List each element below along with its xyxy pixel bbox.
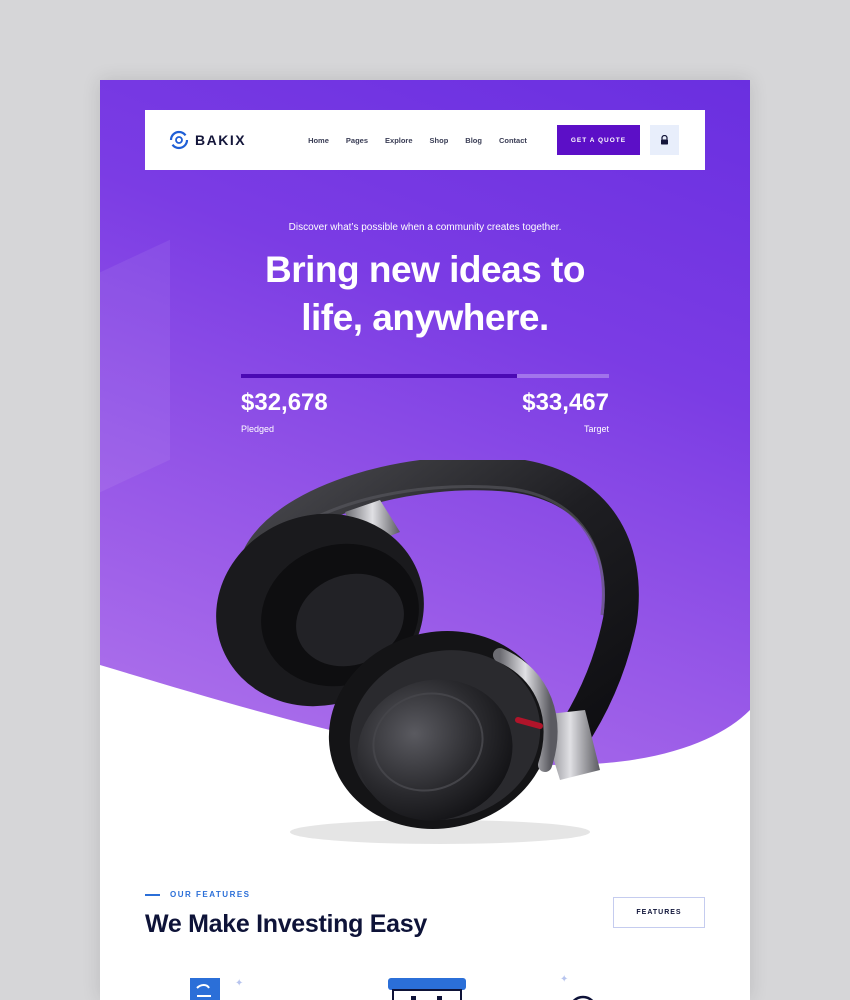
nav-item-blog[interactable]: Blog: [465, 136, 482, 145]
nav-item-home[interactable]: Home: [308, 136, 329, 145]
svg-text:✦: ✦: [560, 974, 568, 985]
document-icon: ✦: [190, 978, 243, 1000]
hero-title-line-2: life, anywhere.: [301, 297, 549, 338]
nav-item-pages[interactable]: Pages: [346, 136, 368, 145]
lock-icon: [661, 135, 669, 145]
brand-name: BAKIX: [195, 132, 247, 148]
features-title: We Make Investing Easy: [145, 910, 427, 938]
funding-progress-fill: [241, 374, 517, 378]
hero-tagline: Discover what’s possible when a communit…: [288, 222, 562, 233]
nav-item-shop[interactable]: Shop: [430, 136, 449, 145]
hero-title: Bring new ideas to life, anywhere.: [100, 246, 750, 342]
features-eyebrow: OUR FEATURES: [145, 890, 251, 899]
svg-text:✦: ✦: [235, 978, 243, 989]
pledged-label: Pledged: [241, 424, 275, 434]
features-button[interactable]: FEATURES: [613, 897, 705, 928]
main-menu: Home Pages Explore Shop Blog Contact: [308, 136, 527, 145]
chart-icon: ✦: [560, 974, 594, 1000]
navbar: BAKIX Home Pages Explore Shop Blog Conta…: [145, 110, 705, 170]
brand-logo[interactable]: BAKIX: [169, 130, 246, 150]
nav-item-contact[interactable]: Contact: [499, 136, 527, 145]
pledged-amount: $32,678: [241, 389, 328, 416]
headphones-image: [216, 460, 639, 844]
page: BAKIX Home Pages Explore Shop Blog Conta…: [100, 80, 750, 1000]
nav-item-explore[interactable]: Explore: [385, 136, 413, 145]
target-label: Target: [583, 424, 609, 434]
features-eyebrow-text: OUR FEATURES: [170, 890, 251, 899]
monitor-icon: [388, 978, 466, 1000]
hero-title-line-1: Bring new ideas to: [265, 249, 585, 290]
funding-progress-bar: [241, 374, 609, 378]
get-quote-button[interactable]: GET A QUOTE: [556, 125, 641, 155]
lock-button[interactable]: [650, 125, 679, 155]
target-amount: $33,467: [522, 389, 609, 416]
eyebrow-line: [145, 893, 160, 896]
logo-mark-icon: [169, 130, 189, 150]
